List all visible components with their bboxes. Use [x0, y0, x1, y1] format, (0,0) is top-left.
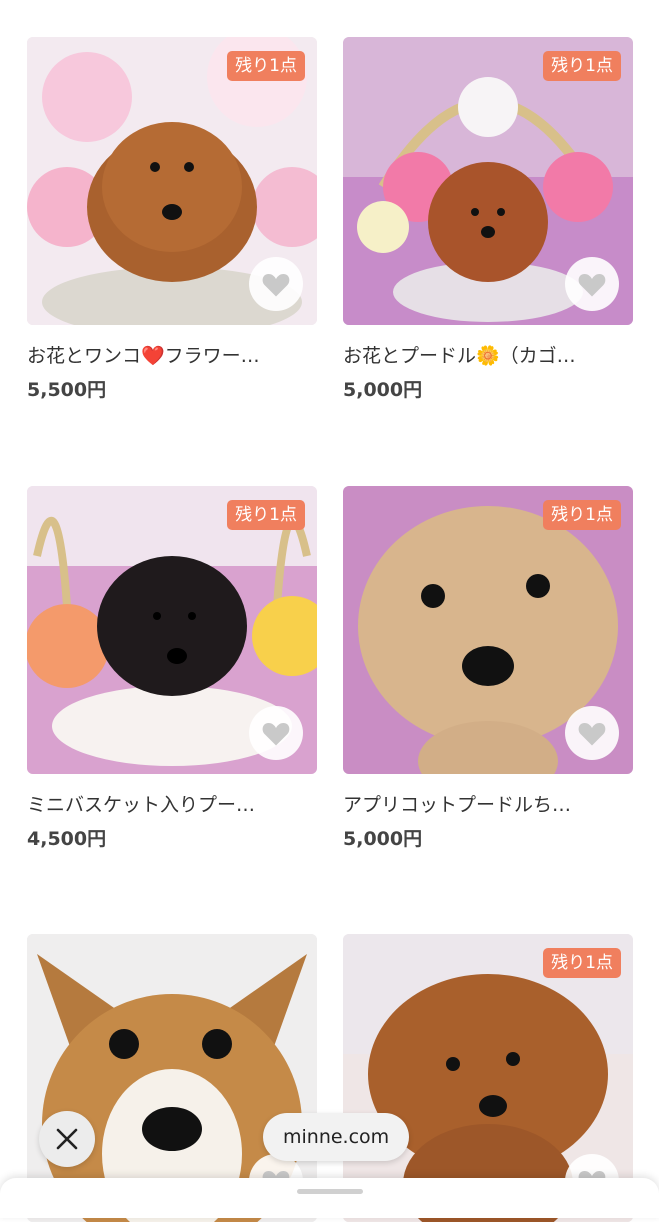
product-title[interactable]: ミニバスケット入りプー…	[27, 792, 317, 818]
stock-badge: 残り1点	[543, 51, 621, 81]
stock-badge: 残り1点	[543, 948, 621, 978]
stock-badge: 残り1点	[543, 500, 621, 530]
product-price: 5,000円	[343, 379, 423, 401]
favorite-button[interactable]	[565, 257, 619, 311]
heart-icon	[262, 723, 290, 746]
close-button[interactable]	[39, 1111, 95, 1167]
sheet-handle[interactable]	[297, 1189, 363, 1194]
product-title[interactable]: お花とプードル🌼（カゴ…	[343, 343, 633, 369]
product-image[interactable]: 残り1点	[27, 486, 317, 774]
stock-badge: 残り1点	[227, 500, 305, 530]
favorite-button[interactable]	[249, 706, 303, 760]
close-icon	[56, 1128, 78, 1150]
favorite-button[interactable]	[565, 706, 619, 760]
heart-icon	[578, 723, 606, 746]
product-image[interactable]: 残り1点	[27, 37, 317, 325]
product-title[interactable]: お花とワンコ❤️フラワー…	[27, 343, 317, 369]
product-price: 5,500円	[27, 379, 107, 401]
bottom-sheet[interactable]	[0, 1178, 659, 1218]
product-card[interactable]: 残り1点 お花とワンコ❤️フラワー… 5,500円	[27, 37, 317, 403]
product-card[interactable]: 残り1点 お花とプードル🌼（カゴ… 5,000円	[343, 37, 633, 403]
product-image[interactable]: 残り1点	[343, 486, 633, 774]
stock-badge: 残り1点	[227, 51, 305, 81]
heart-icon	[262, 274, 290, 297]
product-title[interactable]: アプリコットプードルち…	[343, 792, 633, 818]
product-price: 4,500円	[27, 828, 107, 850]
product-image[interactable]: 残り1点	[343, 37, 633, 325]
product-price: 5,000円	[343, 828, 423, 850]
product-grid: 残り1点 お花とワンコ❤️フラワー… 5,500円 残り1点 お花とプードル🌼（…	[0, 0, 659, 1222]
product-card[interactable]: 残り1点 アプリコットプードルち… 5,000円	[343, 486, 633, 852]
product-card[interactable]: 残り1点 ミニバスケット入りプー… 4,500円	[27, 486, 317, 852]
url-pill[interactable]: minne.com	[263, 1113, 410, 1161]
favorite-button[interactable]	[249, 257, 303, 311]
heart-icon	[578, 274, 606, 297]
